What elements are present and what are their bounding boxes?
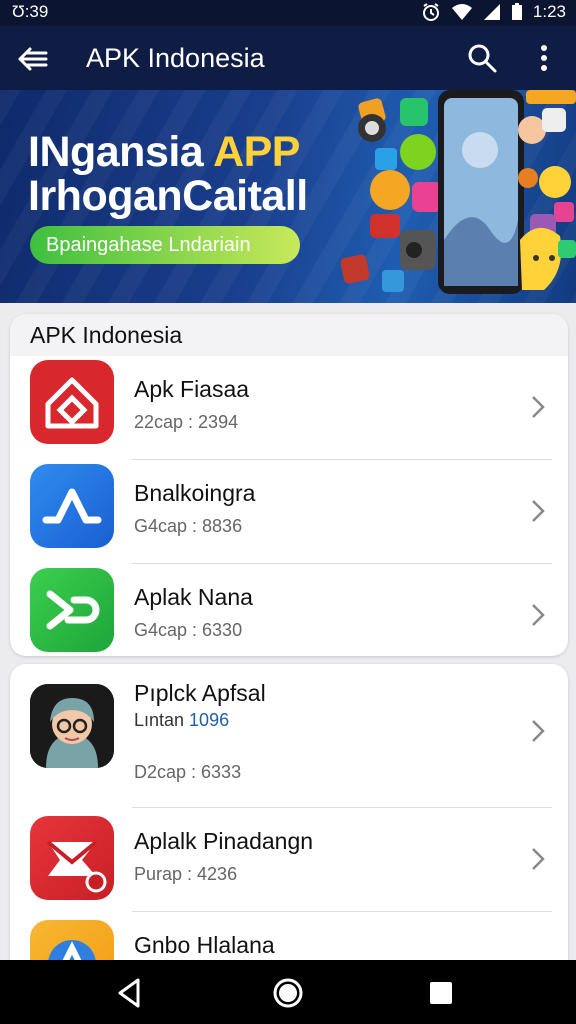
promo-banner[interactable]: INgansia APP IrhoganCaitall Bpaingahase …: [0, 90, 576, 303]
nav-home-icon[interactable]: [271, 976, 305, 1010]
nav-back-icon[interactable]: [112, 976, 146, 1010]
section-header: APK Indonesia: [10, 314, 568, 356]
app-bar: APK Indonesia: [0, 26, 576, 90]
chevron-right-icon: [532, 500, 545, 522]
app-meta: G4cap : 6330: [134, 620, 243, 640]
chevron-right-icon: [532, 720, 545, 742]
signal-icon: [483, 4, 500, 20]
banner-cta-pill[interactable]: Bpaingahase Lndariain: [30, 226, 300, 264]
app-list-card: Pıplck Apfsal Lıntan 1096 D2cap : 6333 A…: [10, 664, 568, 964]
app-name: Bnalkoingra: [134, 480, 256, 506]
banner-headline-2: IrhoganCaitall: [28, 172, 308, 220]
banner-headline-accent: APP: [213, 128, 300, 176]
app-name: Apk Fiasaa: [134, 376, 250, 402]
app-extra-label: Lıntan: [134, 710, 190, 730]
app-meta: 22cap : 2394: [134, 412, 239, 432]
app-list-card: APK Indonesia Apk Fiasaa 22cap : 2394 Bn…: [10, 314, 568, 656]
phone-illustration: [340, 90, 576, 294]
app-icon-envelope: [30, 816, 114, 900]
list-item[interactable]: Bnalkoingra G4cap : 8836: [10, 460, 568, 564]
more-options-icon[interactable]: [530, 42, 558, 74]
app-name: Aplak Nana: [134, 584, 253, 610]
status-icons: 1:23: [421, 2, 566, 22]
chevron-right-icon: [532, 848, 545, 870]
app-meta: Purap : 4236: [134, 864, 238, 884]
list-item[interactable]: Gnbo Hlalana: [10, 912, 568, 964]
back-arrow-icon[interactable]: [16, 42, 50, 76]
nav-recents-icon[interactable]: [424, 976, 458, 1010]
status-time: Ʊ:39: [12, 2, 49, 21]
list-item[interactable]: Apk Fiasaa 22cap : 2394: [10, 356, 568, 460]
system-nav-bar: [0, 960, 576, 1024]
app-name: Pıplck Apfsal: [134, 680, 266, 706]
alarm-icon: [422, 3, 439, 21]
app-name: Aplalk Pinadangn: [134, 828, 314, 854]
app-icon-avatar: [30, 684, 114, 768]
banner-headline-1: INgansia APP: [28, 128, 300, 177]
chevron-right-icon: [532, 604, 545, 626]
app-name: Gnbo Hlalana: [134, 932, 275, 958]
list-item[interactable]: Aplalk Pinadangn Purap : 4236: [10, 808, 568, 912]
status-bar: Ʊ:39 1:23: [0, 0, 576, 26]
status-clock: 1:23: [532, 2, 566, 21]
app-icon-share: [30, 568, 114, 652]
list-item[interactable]: Aplak Nana G4cap : 6330: [10, 564, 568, 656]
search-icon[interactable]: [466, 42, 498, 74]
chevron-right-icon: [532, 396, 545, 418]
app-extra: Lıntan 1096: [134, 710, 229, 731]
list-item[interactable]: Pıplck Apfsal Lıntan 1096 D2cap : 6333: [10, 664, 568, 808]
banner-headline-main: INgansia: [28, 128, 214, 176]
battery-icon: [511, 3, 522, 20]
page-title: APK Indonesia: [86, 43, 265, 73]
app-extra-number: 1096: [189, 710, 230, 730]
app-icon-compass: [30, 920, 114, 964]
app-icon-house: [30, 360, 114, 444]
app-meta: G4cap : 8836: [134, 516, 243, 536]
app-icon-a: [30, 464, 114, 548]
wifi-icon: [451, 4, 472, 20]
app-meta: D2cap : 6333: [134, 762, 242, 782]
